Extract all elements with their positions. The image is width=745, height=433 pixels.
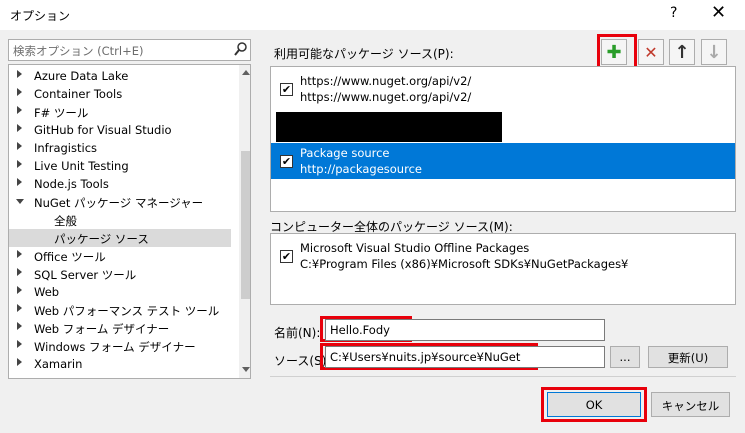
expand-arrow-icon[interactable] — [17, 322, 22, 330]
redacted-source — [276, 112, 502, 142]
tree-item[interactable]: Web — [9, 283, 231, 301]
tree-item-label: SQL Server ツール — [34, 268, 137, 282]
tree-item-label: Live Unit Testing — [34, 159, 129, 173]
expand-arrow-icon[interactable] — [17, 70, 22, 78]
title-bar — [0, 0, 745, 30]
expand-arrow-icon[interactable] — [17, 304, 22, 312]
machine-source-checkbox[interactable]: ✔ — [280, 250, 293, 263]
name-input[interactable]: Hello.Fody — [325, 319, 605, 341]
expand-arrow-icon[interactable] — [17, 358, 22, 366]
move-down-button[interactable]: ↓ — [701, 39, 727, 65]
scroll-thumb[interactable] — [241, 151, 250, 299]
tree-item[interactable]: Live Unit Testing — [9, 157, 231, 175]
update-button[interactable]: 更新(U) — [648, 346, 728, 368]
tree-item-label: NuGet パッケージ マネージャー — [34, 196, 204, 210]
tree-item[interactable]: GitHub for Visual Studio — [9, 121, 231, 139]
tree-item-label: Web — [34, 285, 60, 299]
window-title: オプション — [10, 9, 71, 23]
expand-arrow-icon[interactable] — [17, 286, 22, 294]
scroll-down-icon[interactable] — [242, 367, 250, 372]
arrow-down-icon: ↓ — [706, 41, 722, 63]
expand-arrow-icon[interactable] — [17, 142, 22, 150]
tree-item[interactable]: Xamarin — [9, 355, 231, 373]
source-url: https://www.nuget.org/api/v2/ — [300, 90, 472, 104]
browse-button[interactable]: ... — [610, 346, 640, 368]
tree-item[interactable]: Web パフォーマンス テスト ツール — [9, 301, 231, 319]
tree-item-label: パッケージ ソース — [54, 232, 149, 246]
close-button[interactable]: ✕ — [711, 2, 726, 23]
plus-icon: ✚ — [606, 41, 622, 63]
tree-item-label: Windows フォーム デザイナー — [34, 340, 196, 354]
arrow-up-icon: ↑ — [674, 41, 690, 63]
available-sources-label: 利用可能なパッケージ ソース(P): — [274, 47, 454, 61]
source-checkbox[interactable]: ✔ — [280, 155, 293, 168]
delete-icon: ✕ — [644, 42, 658, 62]
help-button[interactable]: ? — [670, 5, 677, 21]
source-url: http://packagesource — [300, 162, 422, 176]
options-tree[interactable]: Azure Data Lake Container Tools F# ツール GitH… — [8, 64, 251, 379]
tree-item[interactable]: Azure Data Lake — [9, 67, 231, 85]
tree-item[interactable]: SQL Server ツール — [9, 265, 231, 283]
tree-item-label: F# ツール — [34, 106, 89, 120]
expand-arrow-icon[interactable] — [17, 160, 22, 168]
machine-sources-list[interactable]: ✔ Microsoft Visual Studio Offline Packag… — [270, 233, 736, 305]
tree-item[interactable]: NuGet パッケージ マネージャー — [9, 193, 231, 211]
tree-item[interactable]: Office ツール — [9, 247, 231, 265]
tree-item-label: Node.js Tools — [34, 177, 109, 191]
expand-arrow-icon[interactable] — [17, 88, 22, 96]
tree-item[interactable]: Infragistics — [9, 139, 231, 157]
expand-arrow-icon[interactable] — [17, 340, 22, 348]
source-item-selected[interactable]: ✔ Package source http://packagesource — [271, 143, 735, 179]
tree-item-label: Container Tools — [34, 87, 123, 101]
expand-arrow-icon[interactable] — [17, 106, 22, 114]
ok-button[interactable]: OK — [547, 392, 641, 417]
search-icon — [234, 42, 247, 56]
search-placeholder: 検索オプション (Ctrl+E) — [13, 44, 144, 58]
expand-arrow-icon[interactable] — [17, 250, 22, 258]
tree-item-label: Azure Data Lake — [34, 69, 129, 83]
tree-item-label: Web パフォーマンス テスト ツール — [34, 304, 220, 318]
machine-source-name: Microsoft Visual Studio Offline Packages — [300, 241, 530, 255]
machine-source-item[interactable]: ✔ Microsoft Visual Studio Offline Packag… — [271, 238, 735, 274]
scroll-up-icon[interactable] — [242, 70, 250, 75]
tree-item[interactable]: Node.js Tools — [9, 175, 231, 193]
divider — [270, 376, 736, 377]
tree-item[interactable]: 全般 — [9, 211, 231, 229]
tree-item-label: Web フォーム デザイナー — [34, 322, 170, 336]
tree-item[interactable]: Windows フォーム デザイナー — [9, 337, 231, 355]
tree-item[interactable]: パッケージ ソース — [9, 229, 231, 247]
tree-item[interactable]: Container Tools — [9, 85, 231, 103]
collapse-arrow-icon[interactable] — [16, 199, 24, 204]
source-input[interactable]: C:¥Users¥nuits.jp¥source¥NuGet — [325, 346, 605, 368]
add-source-button[interactable]: ✚ — [601, 39, 627, 65]
tree-item-label: GitHub for Visual Studio — [34, 123, 172, 137]
tree-item-label: Infragistics — [34, 141, 98, 155]
remove-source-button[interactable]: ✕ — [638, 39, 664, 65]
tree-item-label: Xamarin — [34, 357, 83, 371]
source-name: Package source — [300, 146, 390, 160]
cancel-button[interactable]: キャンセル — [651, 392, 730, 417]
expand-arrow-icon[interactable] — [17, 124, 22, 132]
machine-source-url: C:¥Program Files (x86)¥Microsoft SDKs¥Nu… — [300, 257, 629, 271]
tree-item[interactable]: F# ツール — [9, 103, 231, 121]
expand-arrow-icon[interactable] — [17, 178, 22, 186]
move-up-button[interactable]: ↑ — [669, 39, 695, 65]
tree-item-label: 全般 — [54, 214, 77, 228]
source-name: https://www.nuget.org/api/v2/ — [300, 74, 472, 88]
tree-item-label: Office ツール — [34, 250, 106, 264]
name-label: 名前(N): — [274, 326, 321, 340]
source-item[interactable]: ✔ https://www.nuget.org/api/v2/ https://… — [271, 71, 735, 107]
expand-arrow-icon[interactable] — [17, 268, 22, 276]
tree-item[interactable]: Web フォーム デザイナー — [9, 319, 231, 337]
options-search-input[interactable]: 検索オプション (Ctrl+E) — [8, 39, 251, 61]
source-checkbox[interactable]: ✔ — [280, 83, 293, 96]
